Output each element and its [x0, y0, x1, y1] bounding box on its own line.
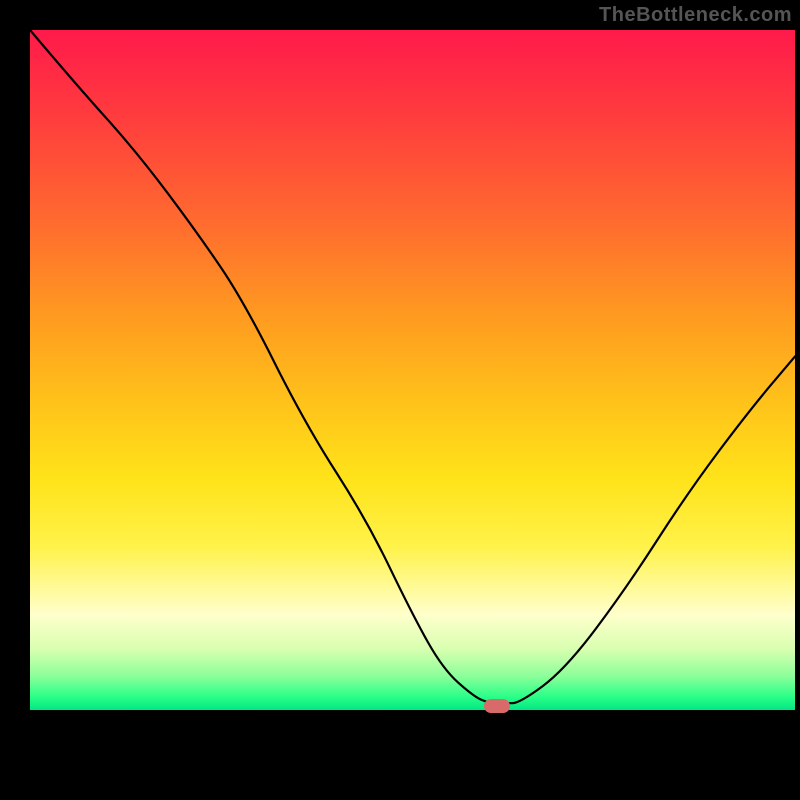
bottleneck-curve-svg: [30, 30, 795, 710]
watermark-text: TheBottleneck.com: [599, 4, 792, 27]
optimal-marker: [484, 699, 510, 713]
chart-frame: TheBottleneck.com: [0, 0, 800, 800]
bottleneck-curve-path: [30, 30, 795, 703]
plot-area: [30, 30, 795, 710]
